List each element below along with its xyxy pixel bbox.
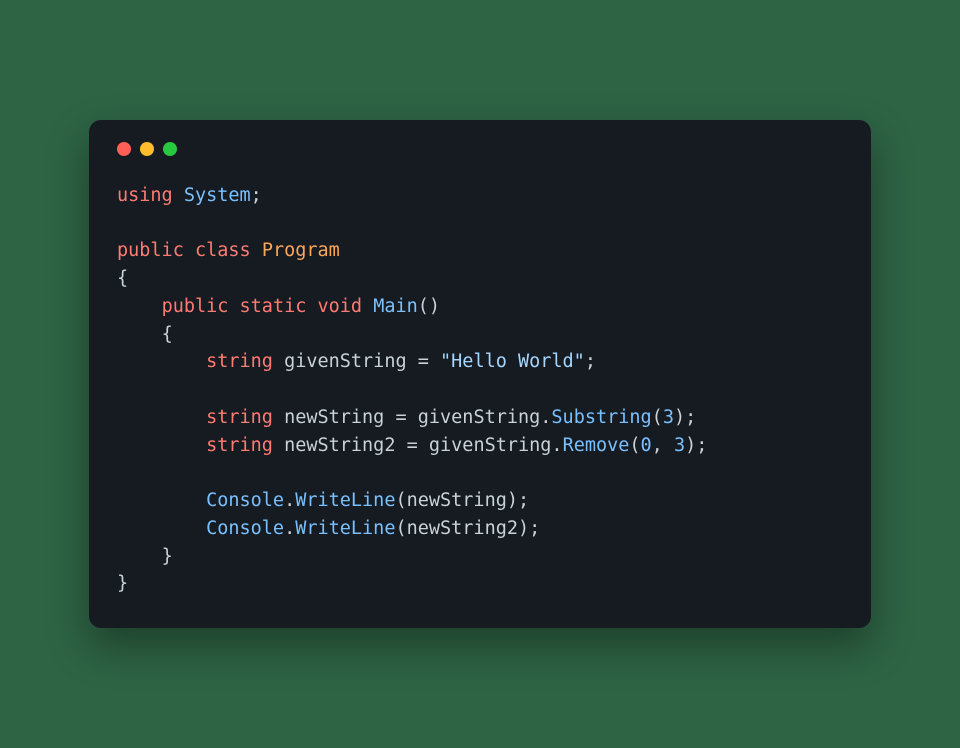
keyword-string: string [206,351,273,372]
operator-equals: = [418,351,429,372]
class-console: Console [206,490,284,511]
string-literal-hello: "Hello World" [440,351,585,372]
var-newString2: newString2 [284,435,395,456]
number-3: 3 [663,407,674,428]
method-writeline: WriteLine [295,490,395,511]
keyword-using: using [117,185,173,206]
window-titlebar [117,142,843,156]
keyword-class: class [195,240,251,261]
keyword-void: void [318,296,363,317]
keyword-public: public [117,240,184,261]
minimize-icon[interactable] [140,142,154,156]
method-remove: Remove [563,435,630,456]
code-window: using System; public class Program { pub… [89,120,871,628]
zoom-icon[interactable] [163,142,177,156]
brace-close: } [117,573,128,594]
namespace-system: System [184,185,251,206]
method-substring: Substring [551,407,651,428]
brace-open: { [117,268,128,289]
var-newString: newString [284,407,384,428]
class-program: Program [262,240,340,261]
method-main: Main [373,296,418,317]
keyword-static: static [240,296,307,317]
number-0: 0 [641,435,652,456]
var-givenString: givenString [284,351,407,372]
code-block: using System; public class Program { pub… [117,182,843,598]
close-icon[interactable] [117,142,131,156]
